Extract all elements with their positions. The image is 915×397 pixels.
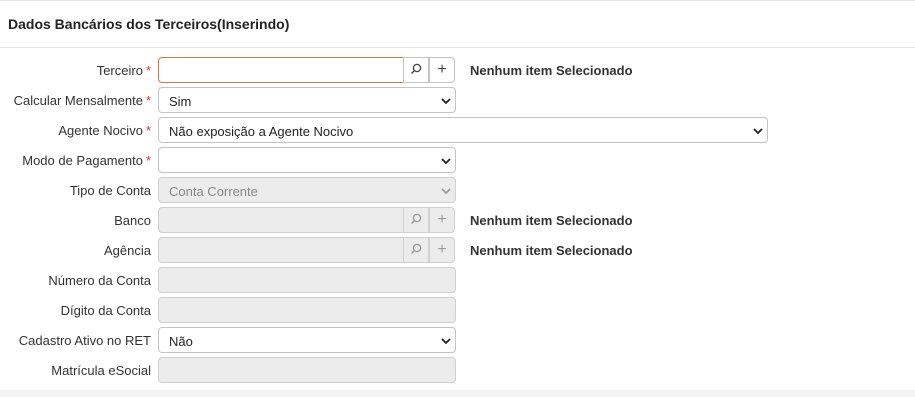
cadastro-label: Cadastro Ativo no RET <box>18 333 151 348</box>
terceiro-selection: Nenhum item Selecionado <box>470 63 633 78</box>
form-panel: Dados Bancários dos Terceiros(Inserindo)… <box>0 0 915 390</box>
agencia-search-button[interactable] <box>403 237 429 263</box>
required-marker: * <box>145 93 151 108</box>
panel-header: Dados Bancários dos Terceiros(Inserindo) <box>0 1 915 48</box>
matricula-label: Matrícula eSocial <box>51 363 151 378</box>
matricula-input[interactable] <box>158 357 456 383</box>
banco-selection: Nenhum item Selecionado <box>470 213 633 228</box>
row-cadastro: Cadastro Ativo no RET Não <box>0 327 915 353</box>
calcular-label: Calcular Mensalmente * <box>13 93 151 108</box>
terceiro-search-button[interactable] <box>403 57 429 83</box>
terceiro-label: Terceiro * <box>96 63 151 78</box>
plus-icon: + <box>437 61 447 78</box>
tipo-value: Conta Corrente <box>169 184 258 199</box>
row-agente: Agente Nocivo * Não exposição a Agente No… <box>0 117 915 143</box>
row-matricula: Matrícula eSocial <box>0 357 915 383</box>
calcular-select[interactable]: Sim <box>158 87 456 113</box>
row-numero: Número da Conta <box>0 267 915 293</box>
tipo-label: Tipo de Conta <box>69 183 151 198</box>
row-terceiro: Terceiro * + Nenhum item Selecionado <box>0 57 915 83</box>
numero-label: Número da Conta <box>48 273 151 288</box>
chevron-down-icon <box>441 96 451 105</box>
agencia-add-button[interactable]: + <box>429 237 455 263</box>
chevron-down-icon <box>441 186 451 195</box>
agencia-label: Agência <box>104 243 151 258</box>
chevron-down-icon <box>441 156 451 165</box>
agencia-selection: Nenhum item Selecionado <box>470 243 633 258</box>
banco-label: Banco <box>114 213 151 228</box>
search-icon <box>410 63 422 78</box>
terceiro-add-button[interactable]: + <box>429 57 455 83</box>
agencia-input[interactable] <box>158 237 404 263</box>
agente-label: Agente Nocivo * <box>58 123 151 138</box>
search-icon <box>410 213 422 228</box>
modo-label: Modo de Pagamento * <box>22 153 151 168</box>
agente-select[interactable]: Não exposição a Agente Nocivo <box>158 117 768 143</box>
numero-conta-input[interactable] <box>158 267 456 293</box>
plus-icon: + <box>437 241 447 258</box>
banco-input[interactable] <box>158 207 404 233</box>
digito-conta-input[interactable] <box>158 297 456 323</box>
modo-select[interactable] <box>158 147 456 173</box>
chevron-down-icon <box>753 126 763 135</box>
required-marker: * <box>145 123 151 138</box>
row-calcular: Calcular Mensalmente * Sim <box>0 87 915 113</box>
row-digito: Dígito da Conta <box>0 297 915 323</box>
required-marker: * <box>145 63 151 78</box>
banco-add-button[interactable]: + <box>429 207 455 233</box>
agente-value: Não exposição a Agente Nocivo <box>169 124 354 139</box>
chevron-down-icon <box>441 336 451 345</box>
cadastro-select[interactable]: Não <box>158 327 456 353</box>
plus-icon: + <box>437 211 447 228</box>
tipo-select[interactable]: Conta Corrente <box>158 177 456 203</box>
page-title: Dados Bancários dos Terceiros(Inserindo) <box>8 16 290 32</box>
calcular-value: Sim <box>169 94 192 109</box>
cadastro-value: Não <box>169 334 193 349</box>
terceiro-input[interactable] <box>158 57 404 83</box>
digito-label: Dígito da Conta <box>60 303 151 318</box>
search-icon <box>410 243 422 258</box>
required-marker: * <box>145 153 151 168</box>
banco-search-button[interactable] <box>403 207 429 233</box>
row-tipo: Tipo de Conta Conta Corrente <box>0 177 915 203</box>
row-modo: Modo de Pagamento * <box>0 147 915 173</box>
row-banco: Banco + Nenhum item Selecionado <box>0 207 915 233</box>
row-agencia: Agência + Nenhum item Selecionado <box>0 237 915 263</box>
